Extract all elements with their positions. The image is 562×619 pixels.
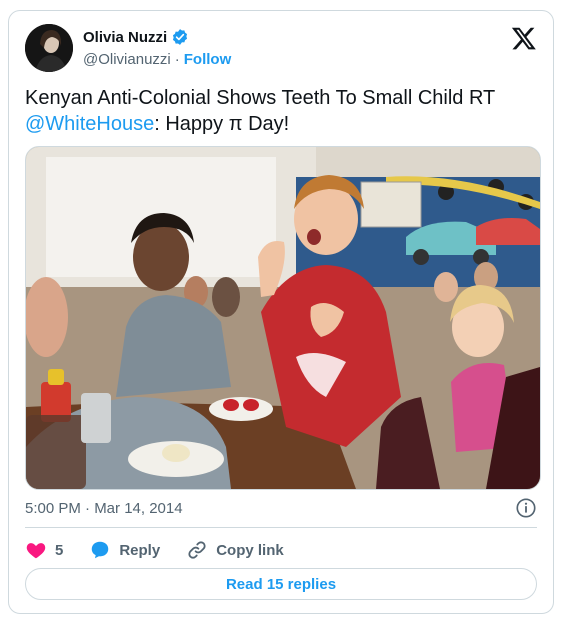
- reply-button[interactable]: Reply: [89, 539, 160, 561]
- follow-button[interactable]: Follow: [184, 51, 232, 68]
- mention-link[interactable]: @WhiteHouse: [25, 113, 154, 135]
- read-replies-label: Read 15 replies: [225, 575, 337, 593]
- action-bar: 5 Reply Copy link: [25, 539, 284, 561]
- author-name-row: Olivia Nuzzi: [83, 28, 189, 46]
- author-handle[interactable]: @Olivianuzzi: [83, 51, 171, 68]
- like-button[interactable]: 5: [25, 539, 63, 561]
- tweet-photo[interactable]: [25, 146, 541, 490]
- avatar-image: [25, 24, 73, 72]
- info-icon[interactable]: [515, 497, 537, 519]
- tweet-timestamp[interactable]: 5:00 PM · Mar 14, 2014: [25, 500, 183, 517]
- author-name[interactable]: Olivia Nuzzi: [83, 29, 167, 46]
- x-logo-icon[interactable]: [511, 25, 537, 51]
- read-replies-button[interactable]: Read 15 replies: [25, 568, 537, 600]
- reply-label: Reply: [119, 541, 161, 559]
- divider: [25, 527, 537, 528]
- like-count: 5: [55, 541, 64, 559]
- copy-link-label: Copy link: [216, 541, 284, 559]
- heart-icon: [26, 543, 46, 559]
- verified-badge-icon: [171, 28, 189, 46]
- link-icon: [188, 541, 206, 559]
- author-handle-row: @Olivianuzzi · Follow: [83, 51, 231, 68]
- speech-bubble-icon: [92, 541, 109, 559]
- tweet-card: Olivia Nuzzi @Olivianuzzi · Follow Kenya…: [8, 10, 554, 614]
- tweet-text-tail: : Happy π Day!: [154, 113, 290, 135]
- photo-illustration: [26, 147, 540, 489]
- copy-link-button[interactable]: Copy link: [186, 539, 284, 561]
- author-avatar[interactable]: [25, 24, 73, 72]
- separator-dot: ·: [174, 51, 180, 68]
- tweet-text: Kenyan Anti-Colonial Shows Teeth To Smal…: [25, 85, 525, 137]
- tweet-text-main: Kenyan Anti-Colonial Shows Teeth To Smal…: [25, 87, 495, 109]
